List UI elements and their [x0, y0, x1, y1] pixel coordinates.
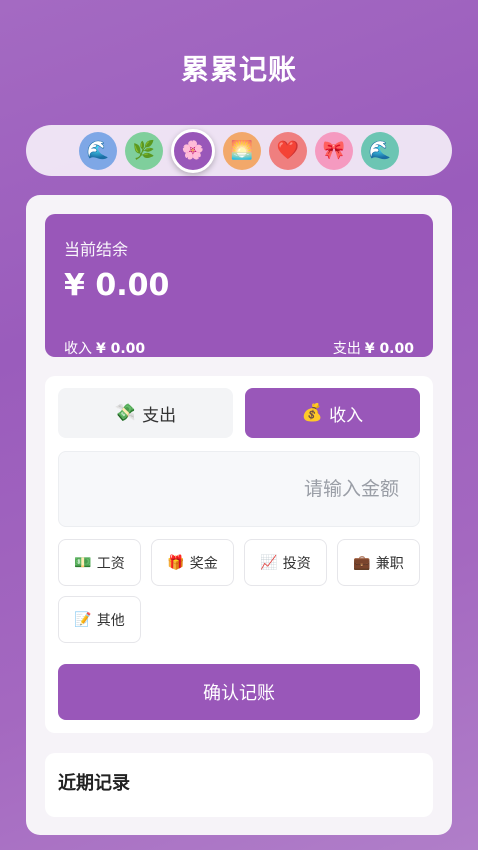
expense-summary-label: 支出 — [332, 341, 361, 357]
sunset-icon: 🌅 — [230, 140, 254, 161]
tab-income-label: 收入 — [329, 405, 364, 426]
briefcase-icon: 💼 — [353, 554, 371, 571]
category-label: 投资 — [282, 555, 311, 572]
category-salary-button[interactable]: 💵 工资 — [58, 539, 141, 586]
recent-records-title: 近期记录 — [58, 773, 130, 794]
theme-ocean-button[interactable]: 🌊 — [79, 131, 117, 170]
money-wings-icon: 💸 — [114, 403, 137, 423]
theme-sunset-button[interactable]: 🌅 — [223, 131, 261, 170]
chart-up-icon: 📈 — [260, 554, 278, 571]
theme-sakura-button[interactable]: 🌸 — [171, 128, 215, 173]
memo-icon: 📝 — [74, 611, 92, 628]
expense-summary-value: ¥ 0.00 — [364, 341, 414, 357]
income-summary-label: 收入 — [64, 341, 92, 357]
category-bonus-button[interactable]: 🎁 奖金 — [151, 539, 234, 586]
theme-leaf-button[interactable]: 🌿 — [125, 131, 163, 170]
category-other-button[interactable]: 📝 其他 — [58, 596, 141, 643]
wave-icon: 🌊 — [368, 140, 392, 161]
heart-icon: ❤️ — [276, 140, 300, 161]
app-title: 累累记账 — [180, 53, 297, 86]
money-bag-icon: 💰 — [301, 403, 324, 423]
category-label: 兼职 — [375, 555, 404, 572]
balance-label: 当前结余 — [64, 240, 129, 259]
recent-records-panel: 近期记录 — [45, 753, 433, 817]
income-summary-value: ¥ 0.00 — [96, 341, 146, 357]
amount-input[interactable] — [58, 451, 420, 527]
theme-selector: 🌊 🌿 🌸 🌅 ❤️ 🎀 🌊 — [26, 125, 452, 176]
entry-form: 💸支出 💰收入 💵工资 🎁奖金 📈投资 💼兼职 📝其他 确认记账 — [45, 376, 433, 733]
ocean-icon: 🌊 — [86, 140, 110, 161]
ribbon-icon: 🎀 — [322, 140, 346, 161]
category-label: 其他 — [96, 612, 125, 629]
tab-expense[interactable]: 💸 支出 — [58, 388, 233, 438]
category-parttime-button[interactable]: 💼 兼职 — [337, 539, 420, 586]
theme-ribbon-button[interactable]: 🎀 — [315, 131, 353, 170]
income-summary: 收入 ¥ 0.00 — [64, 338, 145, 358]
banknote-icon: 💵 — [74, 554, 92, 571]
balance-amount: ¥ 0.00 — [64, 268, 170, 303]
leaf-icon: 🌿 — [132, 140, 156, 161]
tab-expense-label: 支出 — [142, 405, 177, 426]
balance-panel: 当前结余 ¥ 0.00 收入 ¥ 0.00 支出 ¥ 0.00 — [45, 214, 433, 357]
theme-wave-button[interactable]: 🌊 — [361, 131, 399, 170]
expense-summary: 支出 ¥ 0.00 — [333, 338, 414, 358]
theme-heart-button[interactable]: ❤️ — [269, 131, 307, 170]
category-label: 工资 — [96, 555, 125, 572]
tab-income[interactable]: 💰 收入 — [245, 388, 420, 438]
gift-icon: 🎁 — [167, 554, 185, 571]
sakura-icon: 🌸 — [181, 140, 205, 161]
category-label: 奖金 — [189, 555, 218, 572]
main-card: 当前结余 ¥ 0.00 收入¥ 0.00 支出¥ 0.00 💸支出 💰收入 💵工… — [26, 195, 452, 835]
category-investment-button[interactable]: 📈 投资 — [244, 539, 327, 586]
confirm-button[interactable]: 确认记账 — [58, 664, 420, 720]
